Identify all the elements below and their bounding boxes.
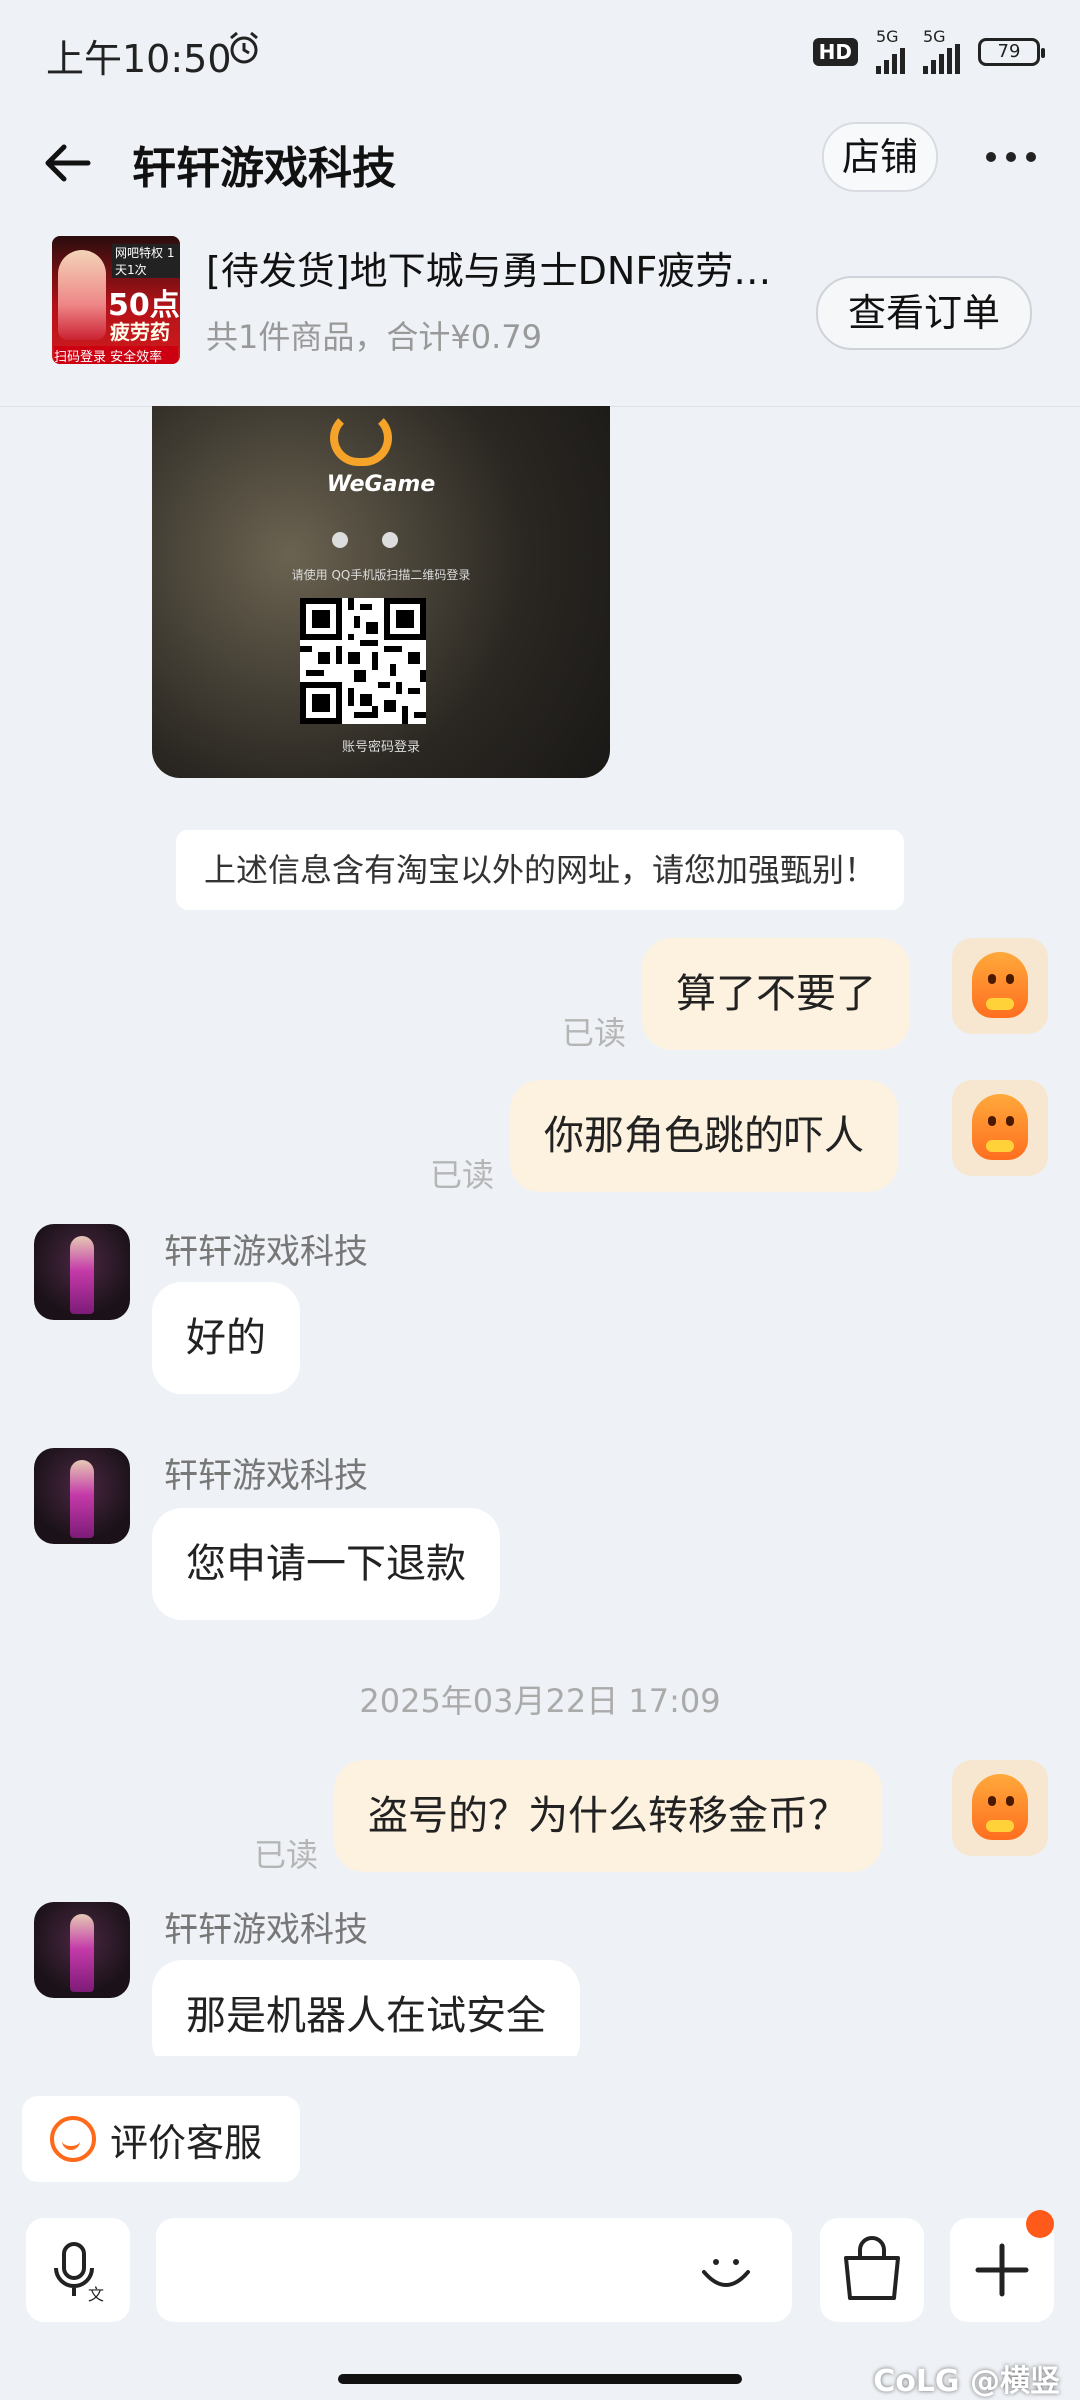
qr-footer: 账号密码登录 <box>341 740 420 755</box>
watermark: CoLG @横竖 <box>873 2364 1060 2399</box>
sender-name: 轩轩游戏科技 <box>164 1456 368 1496</box>
sender-name: 轩轩游戏科技 <box>164 1232 368 1272</box>
status-right: HD 5G 5G 79 <box>812 27 1045 74</box>
input-bar: 文 <box>0 2200 1080 2360</box>
status-time: 上午10:50 <box>46 37 232 81</box>
shop-avatar[interactable] <box>34 1224 130 1320</box>
more-icon[interactable] <box>986 152 1036 162</box>
alarm-icon <box>230 31 258 64</box>
my-avatar[interactable] <box>952 1760 1048 1856</box>
signal-1: 5G <box>876 27 905 74</box>
hd-badge: HD <box>812 38 858 66</box>
shop-avatar[interactable] <box>34 1448 130 1544</box>
order-title[interactable]: [待发货]地下城与勇士DNF疲劳… <box>206 240 806 295</box>
order-summary: 共1件商品，合计¥0.79 <box>206 318 542 356</box>
network-label-2: 5G <box>923 27 946 46</box>
qq-icon <box>332 532 348 548</box>
read-status: 已读 <box>430 1156 495 1194</box>
message-bubble-sent[interactable]: 盗号的？为什么转移金币？ <box>334 1760 882 1872</box>
read-status: 已读 <box>562 1014 627 1052</box>
home-indicator[interactable] <box>338 2374 742 2384</box>
thumbnail-character <box>58 250 106 340</box>
qr-image-message[interactable]: WeGame 请使用 QQ手机版扫描二维码登录 账号密码登录 <box>152 406 610 778</box>
back-arrow-icon[interactable] <box>40 135 96 191</box>
read-status: 已读 <box>254 1836 319 1874</box>
wegame-logo-icon <box>330 410 392 466</box>
emoji-icon[interactable] <box>696 2240 756 2300</box>
security-notice: 上述信息含有淘宝以外的网址，请您加强甄别！ <box>176 830 904 910</box>
status-bar: 上午10:50 HD 5G 5G 79 <box>0 0 1080 100</box>
chat-messages[interactable]: WeGame 请使用 QQ手机版扫描二维码登录 账号密码登录 上述信息含有淘宝以… <box>0 406 1080 2056</box>
shop-avatar[interactable] <box>34 1902 130 1998</box>
thumbnail-subtitle: 疲劳药 <box>110 320 170 344</box>
chat-header: 轩轩游戏科技 店铺 <box>0 100 1080 220</box>
product-thumbnail[interactable]: 网吧特权 1天1次 50点 疲劳药 扫码登录 安全效率 <box>52 236 180 364</box>
qr-code <box>300 598 426 724</box>
shopping-bag-icon <box>844 2236 900 2300</box>
message-timestamp: 2025年03月22日 17:09 <box>359 1682 721 1720</box>
message-bubble-received[interactable]: 您申请一下退款 <box>152 1508 500 1620</box>
signal-bars-icon-2 <box>923 44 960 74</box>
notification-dot <box>1026 2210 1054 2238</box>
message-bubble-sent[interactable]: 算了不要了 <box>642 938 910 1050</box>
order-card[interactable]: 网吧特权 1天1次 50点 疲劳药 扫码登录 安全效率 [待发货]地下城与勇士D… <box>0 220 1080 407</box>
voice-to-text-button[interactable]: 文 <box>26 2218 130 2322</box>
my-avatar[interactable] <box>952 938 1048 1034</box>
wechat-icon <box>382 532 398 548</box>
message-bubble-sent[interactable]: 你那角色跳的吓人 <box>510 1080 898 1192</box>
shopping-bag-button[interactable] <box>820 2218 924 2322</box>
thumbnail-badge: 网吧特权 1天1次 <box>112 244 180 278</box>
signal-bars-icon <box>876 44 905 74</box>
sender-name: 轩轩游戏科技 <box>164 1910 368 1950</box>
message-bubble-received[interactable]: 那是机器人在试安全 <box>152 1960 580 2056</box>
battery-icon: 79 <box>978 38 1045 66</box>
signal-2: 5G <box>923 27 960 74</box>
view-order-button[interactable]: 查看订单 <box>816 276 1032 350</box>
smile-icon <box>50 2116 96 2162</box>
message-input[interactable] <box>156 2218 792 2322</box>
svg-text:文: 文 <box>88 2285 104 2304</box>
qr-hint: 请使用 QQ手机版扫描二维码登录 <box>291 568 471 582</box>
thumbnail-footer: 扫码登录 安全效率 <box>54 346 178 364</box>
voice-to-text-icon: 文 <box>54 2242 104 2304</box>
shop-button[interactable]: 店铺 <box>822 122 938 192</box>
page-title: 轩轩游戏科技 <box>132 143 396 194</box>
wegame-brand: WeGame <box>326 472 436 497</box>
network-label: 5G <box>876 27 899 46</box>
login-method-icons <box>332 532 398 548</box>
message-bubble-received[interactable]: 好的 <box>152 1282 300 1394</box>
rate-service-label: 评价客服 <box>110 2120 263 2165</box>
rate-service-button[interactable]: 评价客服 <box>22 2096 300 2182</box>
my-avatar[interactable] <box>952 1080 1048 1176</box>
